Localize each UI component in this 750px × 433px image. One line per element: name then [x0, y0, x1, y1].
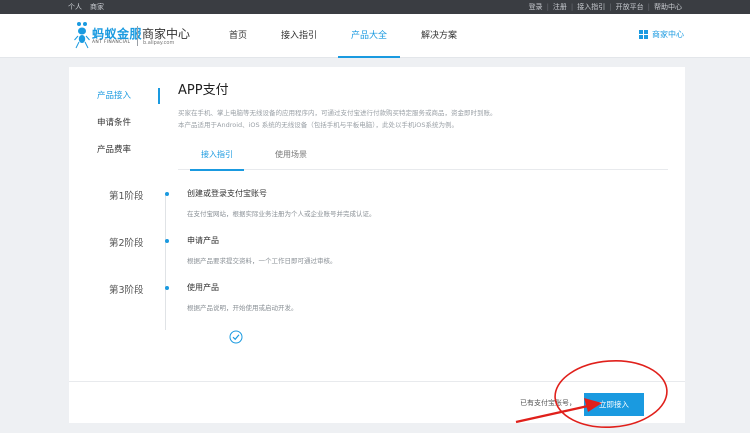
- top-separator: |: [546, 3, 549, 11]
- grid-icon: [639, 30, 648, 39]
- main-header: 蚂蚁金服 ANT FINANCIAL 商家中心 b.alipay.com 首页 …: [0, 14, 750, 58]
- stage-dot: [165, 192, 169, 196]
- nav-item-guide[interactable]: 接入指引: [268, 14, 330, 58]
- stage-title: 创建或登录支付宝账号: [187, 189, 267, 198]
- top-separator: |: [570, 3, 574, 11]
- nav-item-home[interactable]: 首页: [216, 14, 260, 58]
- stage-dot: [165, 286, 169, 290]
- stage-description: 根据产品要求提交资料，一个工作日即可通过审核。: [187, 257, 337, 265]
- content-card: 产品接入 申请条件 产品费率 APP支付 买家在手机、掌上电脑等无线设备的应用程…: [69, 67, 685, 423]
- top-link-register[interactable]: 注册: [553, 2, 567, 12]
- top-link-personal[interactable]: 个人: [68, 2, 82, 12]
- top-link-help[interactable]: 帮助中心: [654, 2, 682, 12]
- stage-dot: [165, 239, 169, 243]
- sidebar-item-access[interactable]: 产品接入: [69, 87, 161, 114]
- site-logo[interactable]: 蚂蚁金服 ANT FINANCIAL 商家中心 b.alipay.com: [74, 20, 190, 52]
- logo-text-en: ANT FINANCIAL: [92, 40, 131, 45]
- sidebar-item-conditions[interactable]: 申请条件: [69, 114, 161, 141]
- stage-label: 第1阶段: [109, 191, 144, 202]
- top-separator: |: [647, 3, 650, 11]
- page-description: 买家在手机、掌上电脑等无线设备的应用程序内，可通过支付宝进行付款购买特定服务或商…: [178, 107, 668, 131]
- content-tabs: 接入指引 使用场景: [178, 146, 668, 171]
- merchant-center-link[interactable]: 商家中心: [639, 29, 684, 40]
- top-bar-right: 登录 | 注册 | 接入指引 | 开放平台 | 帮助中心: [529, 2, 682, 12]
- existing-account-text: 已有支付宝账号，: [520, 399, 576, 407]
- stage-description: 根据产品说明，开始使用或启动开发。: [187, 304, 298, 312]
- timeline-line: [165, 193, 166, 330]
- description-line: 本产品适用于Android、iOS 系统的无线设备（包括手机与平板电脑），此处以…: [178, 121, 459, 129]
- stage-title: 使用产品: [187, 283, 219, 292]
- main-content: APP支付 买家在手机、掌上电脑等无线设备的应用程序内，可通过支付宝进行付款购买…: [178, 79, 668, 171]
- top-link-guide[interactable]: 接入指引: [577, 2, 605, 12]
- check-circle-icon: [229, 330, 243, 344]
- ant-logo-icon: [74, 22, 90, 49]
- tab-use-cases[interactable]: 使用场景: [264, 146, 318, 170]
- description-line: 买家在手机、掌上电脑等无线设备的应用程序内，可通过支付宝进行付款购买特定服务或商…: [178, 109, 497, 117]
- access-now-button[interactable]: 立即接入: [584, 393, 644, 416]
- nav-item-solutions[interactable]: 解决方案: [408, 14, 470, 58]
- top-bar: 个人 商家 登录 | 注册 | 接入指引 | 开放平台 | 帮助中心: [0, 0, 750, 14]
- footer-action-bar: 已有支付宝账号， 立即接入: [69, 381, 685, 423]
- stage-description: 在支付宝网站，根据实际业务注册为个人或企业账号并完成认证。: [187, 210, 376, 218]
- top-bar-left: 个人 商家: [68, 2, 104, 12]
- top-link-business[interactable]: 商家: [90, 2, 104, 12]
- nav-item-products[interactable]: 产品大全: [338, 14, 401, 58]
- stage-title: 申请产品: [187, 236, 219, 245]
- site-url: b.alipay.com: [143, 40, 175, 46]
- stage-label: 第3阶段: [109, 285, 144, 296]
- sidebar: 产品接入 申请条件 产品费率: [69, 87, 161, 168]
- sidebar-item-fees[interactable]: 产品费率: [69, 141, 161, 168]
- top-separator: |: [609, 3, 612, 11]
- main-nav: 首页 接入指引 产品大全 解决方案: [216, 14, 478, 58]
- page-title: APP支付: [178, 83, 229, 98]
- top-link-open-platform[interactable]: 开放平台: [616, 2, 644, 12]
- top-link-login[interactable]: 登录: [529, 2, 543, 12]
- logo-divider: [137, 26, 138, 46]
- merchant-center-label: 商家中心: [652, 30, 684, 39]
- stage-label: 第2阶段: [109, 238, 144, 249]
- tab-access-guide[interactable]: 接入指引: [190, 146, 244, 171]
